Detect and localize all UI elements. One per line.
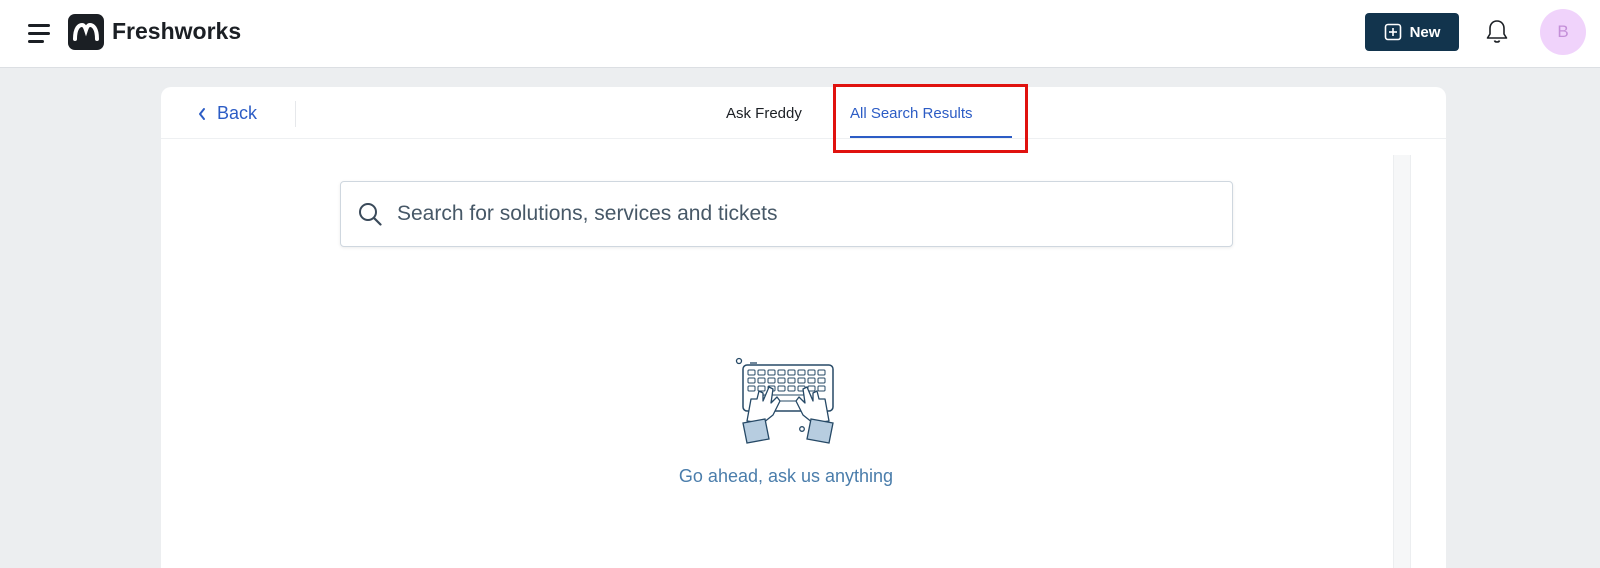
- tab-ask-freddy[interactable]: Ask Freddy: [726, 105, 802, 122]
- empty-state-message: Go ahead, ask us anything: [678, 466, 894, 486]
- bell-icon[interactable]: [1484, 18, 1510, 46]
- divider: [295, 101, 296, 127]
- search-panel: Back Ask Freddy All Search Results: [161, 87, 1446, 568]
- new-button[interactable]: New: [1365, 13, 1459, 51]
- keyboard-typing-illustration: [735, 357, 834, 444]
- search-box[interactable]: [340, 181, 1233, 247]
- freshworks-logo-icon[interactable]: [68, 14, 104, 50]
- top-navigation-bar: Freshworks New B: [0, 0, 1600, 68]
- user-avatar[interactable]: B: [1540, 9, 1586, 55]
- brand-name: Freshworks: [112, 18, 242, 44]
- chevron-left-icon: [199, 107, 205, 120]
- plus-square-icon: [1384, 23, 1401, 41]
- active-tab-indicator: [850, 136, 1012, 138]
- new-button-label: New: [1409, 23, 1441, 41]
- hamburger-icon[interactable]: [28, 20, 54, 46]
- tab-bar: Back Ask Freddy All Search Results: [161, 87, 1446, 139]
- search-input[interactable]: [383, 182, 1232, 246]
- scrollbar[interactable]: [1393, 155, 1411, 568]
- back-button[interactable]: Back: [197, 103, 257, 124]
- tab-all-search-results[interactable]: All Search Results: [850, 105, 973, 122]
- search-icon: [359, 203, 382, 226]
- back-label: Back: [217, 103, 258, 123]
